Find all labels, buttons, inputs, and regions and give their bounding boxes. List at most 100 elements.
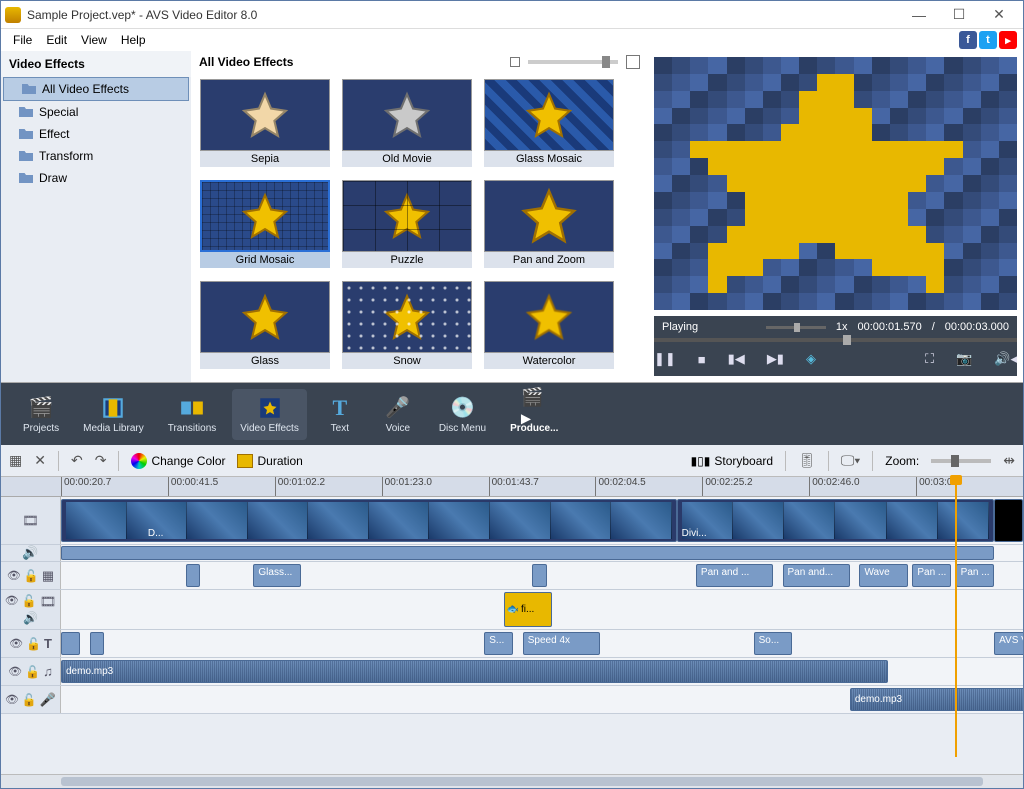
playhead[interactable] bbox=[955, 477, 957, 757]
video-clip[interactable]: D... bbox=[61, 499, 677, 542]
prev-frame-button[interactable]: ▮◀ bbox=[728, 351, 745, 367]
close-button[interactable]: ✕ bbox=[979, 3, 1019, 27]
effect-sepia[interactable]: Sepia bbox=[197, 79, 333, 174]
toolbar-video-effects[interactable]: Video Effects bbox=[232, 389, 307, 440]
eye-icon[interactable]: 👁 bbox=[5, 693, 19, 706]
fullscreen-button[interactable]: ⛶ bbox=[925, 351, 934, 367]
text-clip[interactable]: S... bbox=[484, 632, 513, 655]
delete-icon[interactable]: ✕ bbox=[34, 452, 46, 469]
track-body-effects[interactable]: Glass...Pan and ...Pan and...WavePan ...… bbox=[61, 562, 1023, 589]
text-clip[interactable] bbox=[90, 632, 104, 655]
effect-clip[interactable]: Wave bbox=[859, 564, 907, 587]
storyboard-toggle[interactable]: ▮▯▮Storyboard bbox=[691, 454, 774, 468]
effect-old-movie[interactable]: Old Movie bbox=[339, 79, 475, 174]
effect-watercolor[interactable]: Watercolor bbox=[481, 281, 617, 376]
track-head-effects[interactable]: 👁🔓▦ bbox=[1, 562, 61, 589]
timeline-ruler[interactable]: 00:00:20.700:00:41.500:01:02.200:01:23.0… bbox=[1, 477, 1023, 497]
preview-scrubber[interactable] bbox=[654, 338, 1017, 342]
twitter-icon[interactable]: t bbox=[979, 31, 997, 49]
toolbar-transitions[interactable]: Transitions bbox=[160, 389, 225, 440]
effect-clip[interactable]: Pan ... bbox=[912, 564, 950, 587]
youtube-icon[interactable]: ▸ bbox=[999, 31, 1017, 49]
track-body-text[interactable]: S...Speed 4xSo...AVS Vid... bbox=[61, 630, 1023, 657]
effect-puzzle[interactable]: Puzzle bbox=[339, 180, 475, 275]
track-head-video-audio[interactable]: 🔊 bbox=[1, 545, 61, 561]
effect-glass-mosaic[interactable]: Glass Mosaic bbox=[481, 79, 617, 174]
lock-icon[interactable]: 🔓 bbox=[22, 693, 37, 707]
effect-grid-mosaic[interactable]: Grid Mosaic bbox=[197, 180, 333, 275]
audio-clip[interactable]: demo.mp3 bbox=[61, 660, 888, 683]
track-head-overlay[interactable]: 👁🔓🎞🔊 bbox=[1, 590, 61, 629]
menu-file[interactable]: File bbox=[7, 31, 38, 49]
toolbar-media-library[interactable]: Media Library bbox=[75, 389, 152, 440]
toolbar-text[interactable]: TText bbox=[315, 389, 365, 440]
pause-button[interactable]: ❚❚ bbox=[654, 351, 676, 367]
track-head-text[interactable]: 👁🔓T bbox=[1, 630, 61, 657]
thumb-small-icon[interactable] bbox=[510, 57, 520, 67]
undo-icon[interactable]: ↶ bbox=[71, 452, 83, 469]
text-clip[interactable]: Speed 4x bbox=[523, 632, 600, 655]
facebook-icon[interactable]: f bbox=[959, 31, 977, 49]
category-effect[interactable]: Effect bbox=[1, 123, 191, 145]
thumb-size-slider[interactable] bbox=[528, 60, 618, 64]
monitor-icon[interactable]: 🖵▾ bbox=[841, 452, 860, 469]
effect-glass[interactable]: Glass bbox=[197, 281, 333, 376]
maximize-button[interactable]: ☐ bbox=[939, 3, 979, 27]
lock-icon[interactable]: 🔓 bbox=[22, 594, 37, 610]
redo-icon[interactable]: ↷ bbox=[95, 452, 107, 469]
toolbar-produce[interactable]: 🎬▸Produce... bbox=[502, 389, 566, 440]
effect-clip[interactable]: Pan and... bbox=[783, 564, 850, 587]
effect-clip[interactable]: Glass... bbox=[253, 564, 301, 587]
effect-clip[interactable]: Pan ... bbox=[956, 564, 994, 587]
effect-clip[interactable] bbox=[186, 564, 200, 587]
effect-clip[interactable] bbox=[532, 564, 546, 587]
track-body-video-audio[interactable] bbox=[61, 545, 1023, 561]
effect-snow[interactable]: Snow bbox=[339, 281, 475, 376]
marker-button[interactable]: ◈ bbox=[806, 351, 816, 367]
thumb-large-icon[interactable] bbox=[626, 55, 640, 69]
eye-icon[interactable]: 👁 bbox=[9, 637, 23, 650]
toolbar-projects[interactable]: 🎬Projects bbox=[15, 389, 67, 440]
category-special[interactable]: Special bbox=[1, 101, 191, 123]
toolbar-disc-menu[interactable]: 💿Disc Menu bbox=[431, 389, 494, 440]
fit-zoom-icon[interactable]: ⇹ bbox=[1003, 452, 1015, 469]
effect-clip[interactable]: Pan and ... bbox=[696, 564, 773, 587]
next-frame-button[interactable]: ▶▮ bbox=[767, 351, 784, 367]
text-clip[interactable]: So... bbox=[754, 632, 792, 655]
preview-viewport[interactable] bbox=[654, 57, 1017, 310]
eye-icon[interactable]: 👁 bbox=[7, 569, 21, 582]
track-body-overlay[interactable]: 🐟fi... bbox=[61, 590, 1023, 629]
lock-icon[interactable]: 🔓 bbox=[24, 569, 39, 583]
video-clip-black[interactable] bbox=[994, 499, 1023, 542]
text-clip[interactable] bbox=[61, 632, 80, 655]
zoom-slider[interactable] bbox=[931, 459, 991, 463]
duration-button[interactable]: Duration bbox=[237, 454, 302, 468]
snapshot-button[interactable]: 📷 bbox=[956, 351, 972, 367]
track-head-voice[interactable]: 👁🔓🎤 bbox=[1, 686, 61, 713]
fx-apply-icon[interactable]: ▦ bbox=[9, 452, 22, 469]
volume-button[interactable]: 🔊◂ bbox=[994, 351, 1017, 367]
timeline-scrollbar[interactable] bbox=[1, 774, 1023, 788]
menu-edit[interactable]: Edit bbox=[40, 31, 73, 49]
category-all-video-effects[interactable]: All Video Effects bbox=[3, 77, 189, 101]
speed-slider[interactable] bbox=[766, 326, 826, 329]
category-draw[interactable]: Draw bbox=[1, 167, 191, 189]
track-body-video[interactable]: D... Divi... bbox=[61, 497, 1023, 544]
track-head-music[interactable]: 👁🔓♫ bbox=[1, 658, 61, 685]
lock-icon[interactable]: 🔓 bbox=[25, 665, 40, 679]
minimize-button[interactable]: — bbox=[899, 3, 939, 27]
menu-help[interactable]: Help bbox=[115, 31, 152, 49]
track-body-music[interactable]: demo.mp3 bbox=[61, 658, 1023, 685]
category-transform[interactable]: Transform bbox=[1, 145, 191, 167]
overlay-clip[interactable]: 🐟fi... bbox=[504, 592, 552, 627]
toolbar-voice[interactable]: 🎤Voice bbox=[373, 389, 423, 440]
effect-pan-and-zoom[interactable]: Pan and Zoom bbox=[481, 180, 617, 275]
track-body-voice[interactable]: demo.mp3 bbox=[61, 686, 1023, 713]
stop-button[interactable]: ■ bbox=[698, 352, 706, 367]
menu-view[interactable]: View bbox=[75, 31, 113, 49]
eye-icon[interactable]: 👁 bbox=[8, 665, 22, 678]
track-head-video[interactable]: 🎞 bbox=[1, 497, 61, 544]
lock-icon[interactable]: 🔓 bbox=[26, 637, 41, 651]
video-clip[interactable]: Divi... bbox=[677, 499, 994, 542]
audio-mixer-icon[interactable]: 🎚 bbox=[798, 452, 816, 469]
